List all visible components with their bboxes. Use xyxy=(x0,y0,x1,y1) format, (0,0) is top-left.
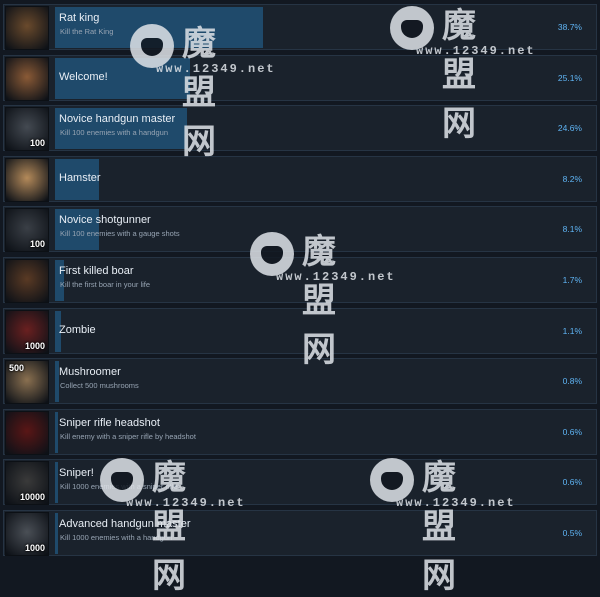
achievement-shotgun-icon: 100 xyxy=(5,208,49,253)
achievement-title: Sniper! xyxy=(59,467,94,480)
achievement-title: Sniper rifle headshot xyxy=(59,416,160,429)
achievement-description: Kill enemy with a sniper rifle by headsh… xyxy=(60,431,196,441)
unlock-percentage: 8.2% xyxy=(562,173,582,184)
progress-bar xyxy=(55,513,58,554)
unlock-percentage: 0.6% xyxy=(562,477,582,488)
achievement-description: Kill 1000 enemies with a sniper rifle xyxy=(60,482,178,492)
progress-track xyxy=(55,310,593,352)
achievement-title: First killed boar xyxy=(59,265,134,277)
unlock-percentage: 8.1% xyxy=(562,224,582,235)
achievement-row[interactable]: Hamster 8.2% xyxy=(3,155,597,202)
achievement-title: Welcome! xyxy=(59,70,108,83)
achievement-title: Novice handgun master xyxy=(59,113,176,126)
achievement-crosshair-icon xyxy=(5,410,49,455)
achievement-boar-icon xyxy=(5,259,49,303)
achievement-row[interactable]: 500 Mushroomer Collect 500 mushrooms 0.8% xyxy=(3,358,597,405)
progress-bar xyxy=(55,462,59,504)
achievement-badge: 10000 xyxy=(19,492,45,503)
progress-track xyxy=(55,7,593,48)
achievement-badge: 1000 xyxy=(24,543,45,553)
achievement-badge: 100 xyxy=(29,239,45,250)
unlock-percentage: 0.8% xyxy=(562,376,582,387)
achievement-row[interactable]: 1000 Advanced handgun master Kill 1000 ene… xyxy=(3,510,597,556)
achievement-row[interactable]: Welcome! 25.1% xyxy=(3,54,597,101)
achievement-description: Kill the first boar in your life xyxy=(60,280,151,289)
achievement-row[interactable]: 1000 Zombie 1.1% xyxy=(3,307,597,354)
unlock-percentage: 1.1% xyxy=(562,325,582,336)
achievement-description: Kill the Rat King xyxy=(60,27,114,36)
progress-track xyxy=(55,57,593,99)
achievement-description: Kill 100 enemies with a gauge shots xyxy=(60,229,180,239)
achievement-title: Novice shotgunner xyxy=(59,214,151,227)
achievement-zombie-icon: 1000 xyxy=(5,309,49,354)
achievement-row[interactable]: Sniper rifle headshot Kill enemy with a s… xyxy=(3,408,597,455)
achievement-row[interactable]: Rat king Kill the Rat King 38.7% xyxy=(3,4,597,50)
achievement-title: Mushroomer xyxy=(59,366,121,379)
unlock-percentage: 0.5% xyxy=(562,528,582,538)
achievement-handgun-icon: 100 xyxy=(5,107,49,152)
unlock-percentage: 1.7% xyxy=(562,275,582,285)
achievement-description: Kill 100 enemies with a handgun xyxy=(60,128,168,138)
achievement-row[interactable]: 10000 Sniper! Kill 1000 enemies with a sni… xyxy=(3,459,597,506)
achievement-sniper-rifle-icon: 10000 xyxy=(5,461,49,506)
achievement-title: Hamster xyxy=(59,171,101,184)
achievement-row[interactable]: 100 Novice shotgunner Kill 100 enemies wit… xyxy=(3,206,597,253)
achievement-rat-icon xyxy=(5,6,49,50)
progress-bar xyxy=(55,411,59,453)
achievement-badge: 500 xyxy=(9,363,25,374)
achievement-title: Zombie xyxy=(59,323,96,336)
unlock-percentage: 0.6% xyxy=(562,426,582,437)
unlock-percentage: 24.6% xyxy=(557,123,582,134)
achievement-badge: 1000 xyxy=(24,340,45,351)
achievement-description: Kill 1000 enemies with a handgun xyxy=(60,533,173,542)
achievement-row[interactable]: First killed boar Kill the first boar in … xyxy=(3,257,597,303)
achievement-title: Advanced handgun master xyxy=(59,518,191,530)
achievement-description: Collect 500 mushrooms xyxy=(60,381,139,391)
unlock-percentage: 25.1% xyxy=(557,72,582,83)
achievement-hamster-icon xyxy=(5,157,49,202)
achievement-row[interactable]: 100 Novice handgun master Kill 100 enemies… xyxy=(3,105,597,152)
unlock-percentage: 38.7% xyxy=(557,22,582,32)
achievement-bread-icon xyxy=(5,56,49,101)
progress-track xyxy=(55,158,593,200)
achievement-mushroom-icon: 500 xyxy=(5,360,49,405)
achievement-title: Rat king xyxy=(59,12,100,24)
achievement-badge: 100 xyxy=(29,138,45,149)
achievement-handgun-icon: 1000 xyxy=(5,512,49,556)
